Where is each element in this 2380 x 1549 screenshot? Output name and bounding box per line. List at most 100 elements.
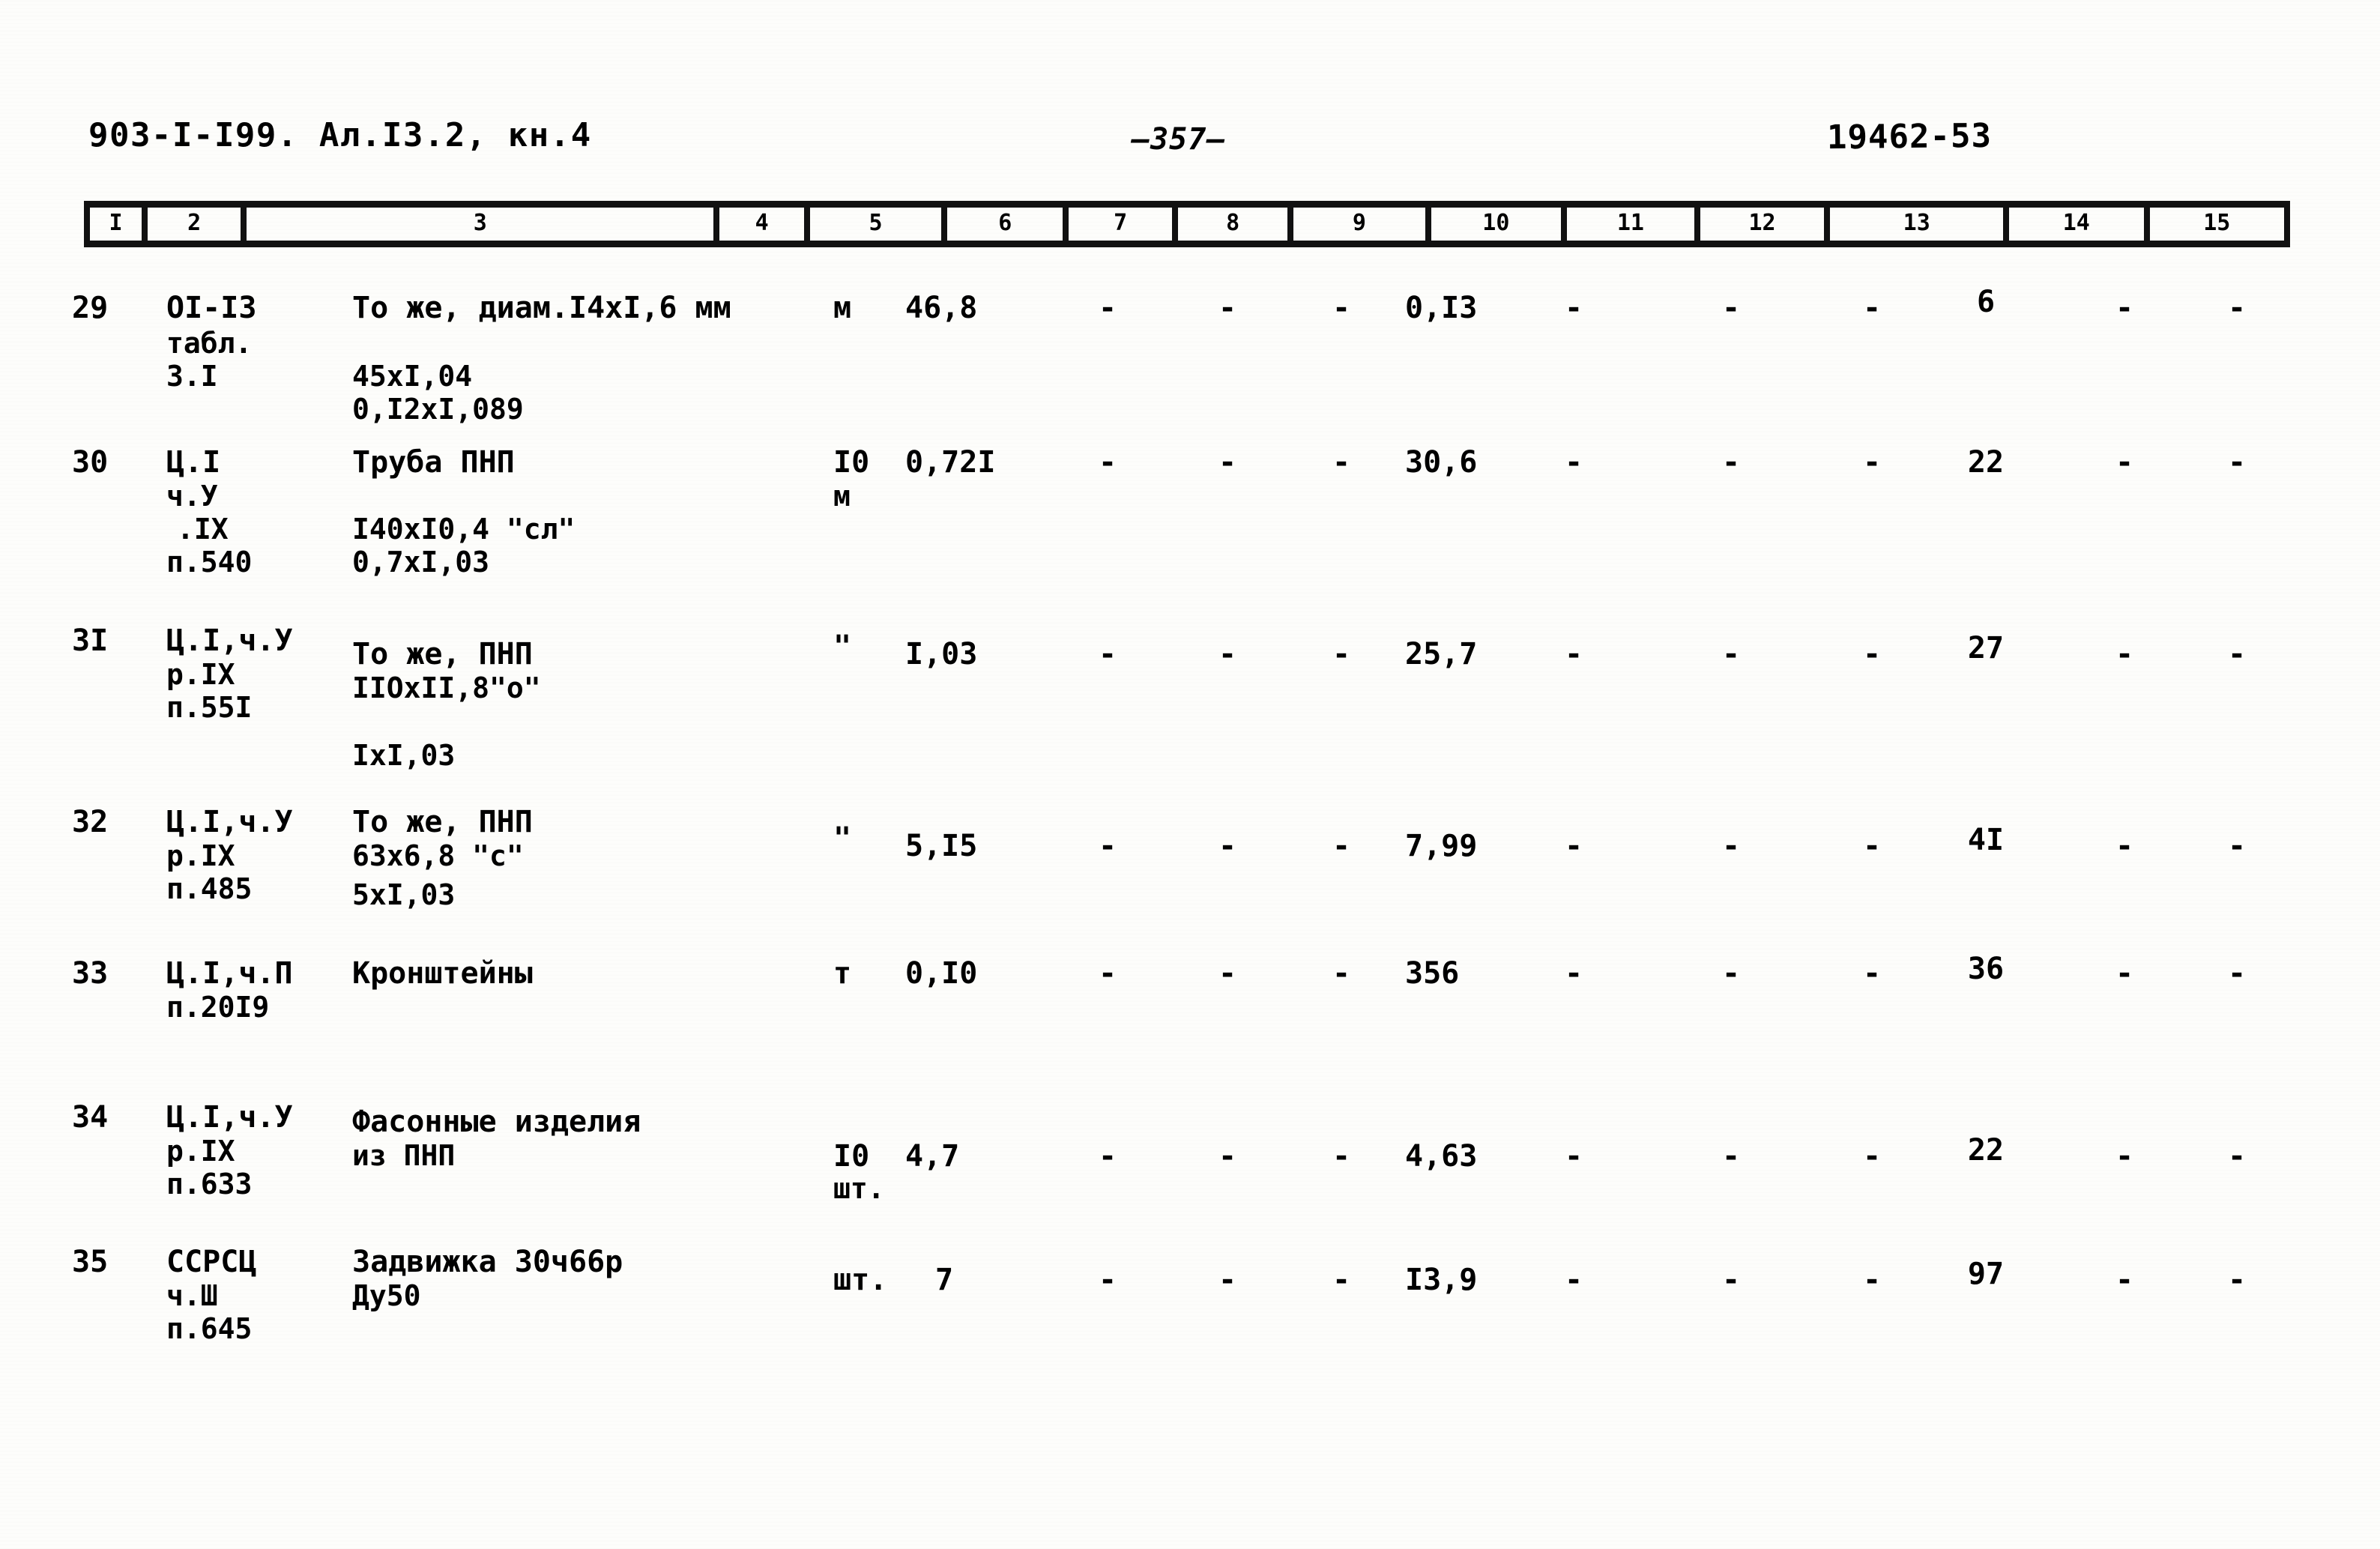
row-number: 35 [72, 1245, 109, 1279]
row-col10: - [1564, 1139, 1583, 1174]
column-number-2: 2 [148, 208, 247, 241]
row-col8: - [1332, 1139, 1351, 1174]
row-col14: - [2115, 445, 2134, 480]
row-col12: - [1862, 956, 1882, 991]
row-number: 32 [72, 805, 109, 839]
row-col5: 7 [935, 1263, 954, 1297]
row-name-line-2: IIОxII,8"о" [352, 671, 541, 704]
row-col6: - [1098, 445, 1117, 480]
row-unit-line-1: I0 [833, 1139, 870, 1174]
row-code-line-4: п.540 [166, 546, 253, 579]
row-col8: - [1332, 1263, 1351, 1297]
row-col12: - [1862, 637, 1882, 671]
row-unit-line-2: м [833, 480, 851, 513]
row-col15: - [2227, 829, 2247, 863]
column-number-3: 3 [247, 208, 720, 241]
row-col12: - [1862, 445, 1882, 480]
row-col10: - [1564, 291, 1583, 325]
row-unit-line-1: м [833, 291, 852, 325]
row-col7: - [1218, 829, 1237, 863]
row-name-line-2: из ПНП [352, 1139, 456, 1172]
table-body: 29 ОI-I3 табл. 3.I То же, диам.I4xI,6 мм… [0, 255, 2380, 1387]
row-col5: 5,I5 [905, 829, 978, 863]
page-header: 903-I-I99. Ал.I3.2, кн.4 —357— 19462-53 [0, 116, 2380, 169]
row-col13: 97 [1967, 1257, 2005, 1291]
table-row: 32 Ц.I,ч.У р.IX п.485 То же, ПНП 63x6,8 … [0, 799, 2380, 949]
row-col8: - [1332, 445, 1351, 480]
row-col11: - [1721, 956, 1741, 991]
row-col6: - [1098, 637, 1117, 671]
row-code-line-1: Ц.I,ч.У [166, 805, 293, 839]
document-code: 903-I-I99. Ал.I3.2, кн.4 [88, 116, 592, 154]
column-number-6: 6 [947, 208, 1069, 241]
row-col5: 46,8 [905, 291, 978, 325]
row-name-line-3: 5xI,03 [352, 878, 456, 911]
row-code-line-3: 3.I [166, 360, 218, 393]
row-code-line-2: р.IX [166, 839, 235, 872]
row-col13: 22 [1967, 445, 2005, 480]
row-col8: - [1332, 956, 1351, 991]
row-col5: 0,72I [905, 445, 996, 480]
row-col15: - [2227, 956, 2247, 991]
row-code-line-3: п.485 [166, 872, 253, 905]
document-page: 903-I-I99. Ал.I3.2, кн.4 —357— 19462-53 … [0, 0, 2380, 1549]
row-col10: - [1564, 956, 1583, 991]
row-unit-line-1: I0 [833, 445, 870, 480]
row-code-line-1: ОI-I3 [166, 291, 257, 325]
row-number: 34 [72, 1100, 109, 1135]
row-col13: 22 [1967, 1133, 2005, 1168]
row-col10: - [1564, 637, 1583, 671]
row-col10: - [1564, 1263, 1583, 1297]
row-col13: 4I [1967, 823, 2005, 857]
row-code-line-1: Ц.I,ч.У [166, 623, 293, 658]
row-col15: - [2227, 637, 2247, 671]
row-col6: - [1098, 956, 1117, 991]
column-number-1: I [84, 208, 148, 241]
archive-stamp-number: 19462-53 [1826, 116, 1993, 157]
row-col7: - [1218, 1263, 1237, 1297]
row-code-line-2: р.IX [166, 658, 235, 691]
table-column-number-band: I 2 3 4 5 6 7 8 9 10 11 12 13 14 15 [84, 201, 2290, 247]
row-name-line-2: Ду50 [352, 1279, 421, 1312]
column-number-8: 8 [1178, 208, 1294, 241]
row-name-line-1: То же, ПНП [352, 637, 533, 671]
row-name-line-1: То же, ПНП [352, 805, 533, 839]
table-row: 35 ССРСЦ ч.Ш п.645 Задвижка 30ч66р Ду50 … [0, 1237, 2380, 1387]
row-col8: - [1332, 291, 1351, 325]
row-col13: 36 [1967, 952, 2005, 986]
row-code-line-3: .IX [177, 513, 229, 546]
row-col15: - [2227, 445, 2247, 480]
row-col7: - [1218, 637, 1237, 671]
row-name-line-3: 0,7xI,03 [352, 546, 490, 579]
row-unit-line-2: шт. [833, 1172, 885, 1205]
table-row: 33 Ц.I,ч.П п.20I9 Кронштейны т 0,I0 - - … [0, 949, 2380, 1091]
column-number-5: 5 [810, 208, 948, 241]
row-name-line-1: Задвижка 30ч66р [352, 1245, 623, 1279]
row-name-line-2: 45xI,04 [352, 360, 473, 393]
row-col7: - [1218, 1139, 1237, 1174]
column-number-4: 4 [719, 208, 810, 241]
row-code-line-1: ССРСЦ [166, 1245, 257, 1279]
column-number-14: 14 [2009, 208, 2150, 241]
row-code-line-1: Ц.I,ч.У [166, 1100, 293, 1135]
column-number-13: 13 [1830, 208, 2010, 241]
row-col13: 27 [1967, 631, 2005, 665]
row-name-line-3: IxI,03 [352, 739, 456, 772]
row-code-line-3: п.633 [166, 1168, 253, 1201]
row-unit-line-1: " [833, 821, 852, 856]
row-number: 33 [72, 956, 109, 991]
row-col12: - [1862, 829, 1882, 863]
row-number: 3I [72, 623, 109, 658]
row-name-line-3: 0,I2xI,089 [352, 393, 524, 426]
row-col12: - [1862, 1139, 1882, 1174]
column-number-11: 11 [1567, 208, 1700, 241]
row-col7: - [1218, 956, 1237, 991]
row-col15: - [2227, 1139, 2247, 1174]
page-number: —357— [1132, 122, 1226, 157]
row-col11: - [1721, 829, 1741, 863]
row-name-line-1: Кронштейны [352, 956, 533, 991]
row-code-line-2: табл. [166, 327, 253, 360]
row-name-line-2: I40xI0,4 "сл" [352, 513, 576, 546]
row-col6: - [1098, 829, 1117, 863]
table-row: 34 Ц.I,ч.У р.IX п.633 Фасонные изделия и… [0, 1091, 2380, 1237]
